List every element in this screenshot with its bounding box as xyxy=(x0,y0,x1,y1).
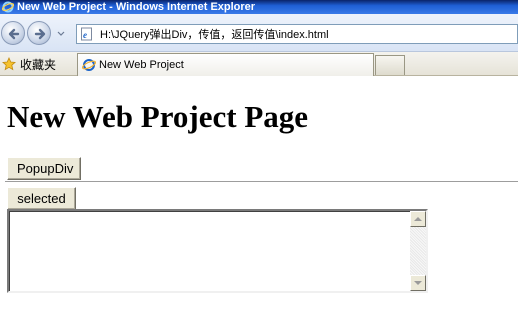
favorites-button[interactable]: 收藏夹 xyxy=(2,55,56,73)
scroll-up-arrow-icon xyxy=(414,217,422,221)
scroll-down-arrow-icon xyxy=(414,281,422,285)
favorites-star-icon xyxy=(2,57,16,71)
recent-pages-dropdown-icon[interactable] xyxy=(56,29,66,39)
horizontal-rule xyxy=(5,181,518,183)
navigation-bar: e H:\JQuery弹出Div，传值，返回传值\index.html xyxy=(0,14,518,52)
favorites-bar: 收藏夹 New Web Project xyxy=(0,52,518,76)
new-tab-button[interactable] xyxy=(375,55,405,75)
vertical-scrollbar[interactable] xyxy=(410,211,426,291)
text-area[interactable] xyxy=(7,209,428,293)
page-content: New Web Project Page PopupDiv selected xyxy=(0,77,518,324)
back-button[interactable] xyxy=(1,21,25,45)
internet-explorer-icon xyxy=(2,1,14,13)
forward-button[interactable] xyxy=(27,21,51,45)
selected-button[interactable]: selected xyxy=(7,187,76,210)
favorites-label: 收藏夹 xyxy=(20,57,57,72)
scroll-up-button[interactable] xyxy=(410,211,426,227)
scroll-down-button[interactable] xyxy=(410,275,426,291)
address-text: H:\JQuery弹出Div，传值，返回传值\index.html xyxy=(100,29,329,41)
back-arrow-icon xyxy=(8,28,20,40)
page-title: New Web Project Page xyxy=(7,99,309,134)
tab-new-web-project[interactable]: New Web Project xyxy=(77,53,374,76)
window-title-bar: New Web Project - Windows Internet Explo… xyxy=(0,0,518,14)
forward-arrow-icon xyxy=(34,28,46,40)
tab-page-icon xyxy=(82,59,96,71)
svg-text:e: e xyxy=(83,30,87,40)
page-icon: e xyxy=(81,27,92,41)
tab-label: New Web Project xyxy=(99,59,184,71)
window-title: New Web Project - Windows Internet Explo… xyxy=(17,1,256,13)
popupdiv-button[interactable]: PopupDiv xyxy=(7,157,81,180)
address-bar[interactable]: e H:\JQuery弹出Div，传值，返回传值\index.html xyxy=(76,24,518,44)
